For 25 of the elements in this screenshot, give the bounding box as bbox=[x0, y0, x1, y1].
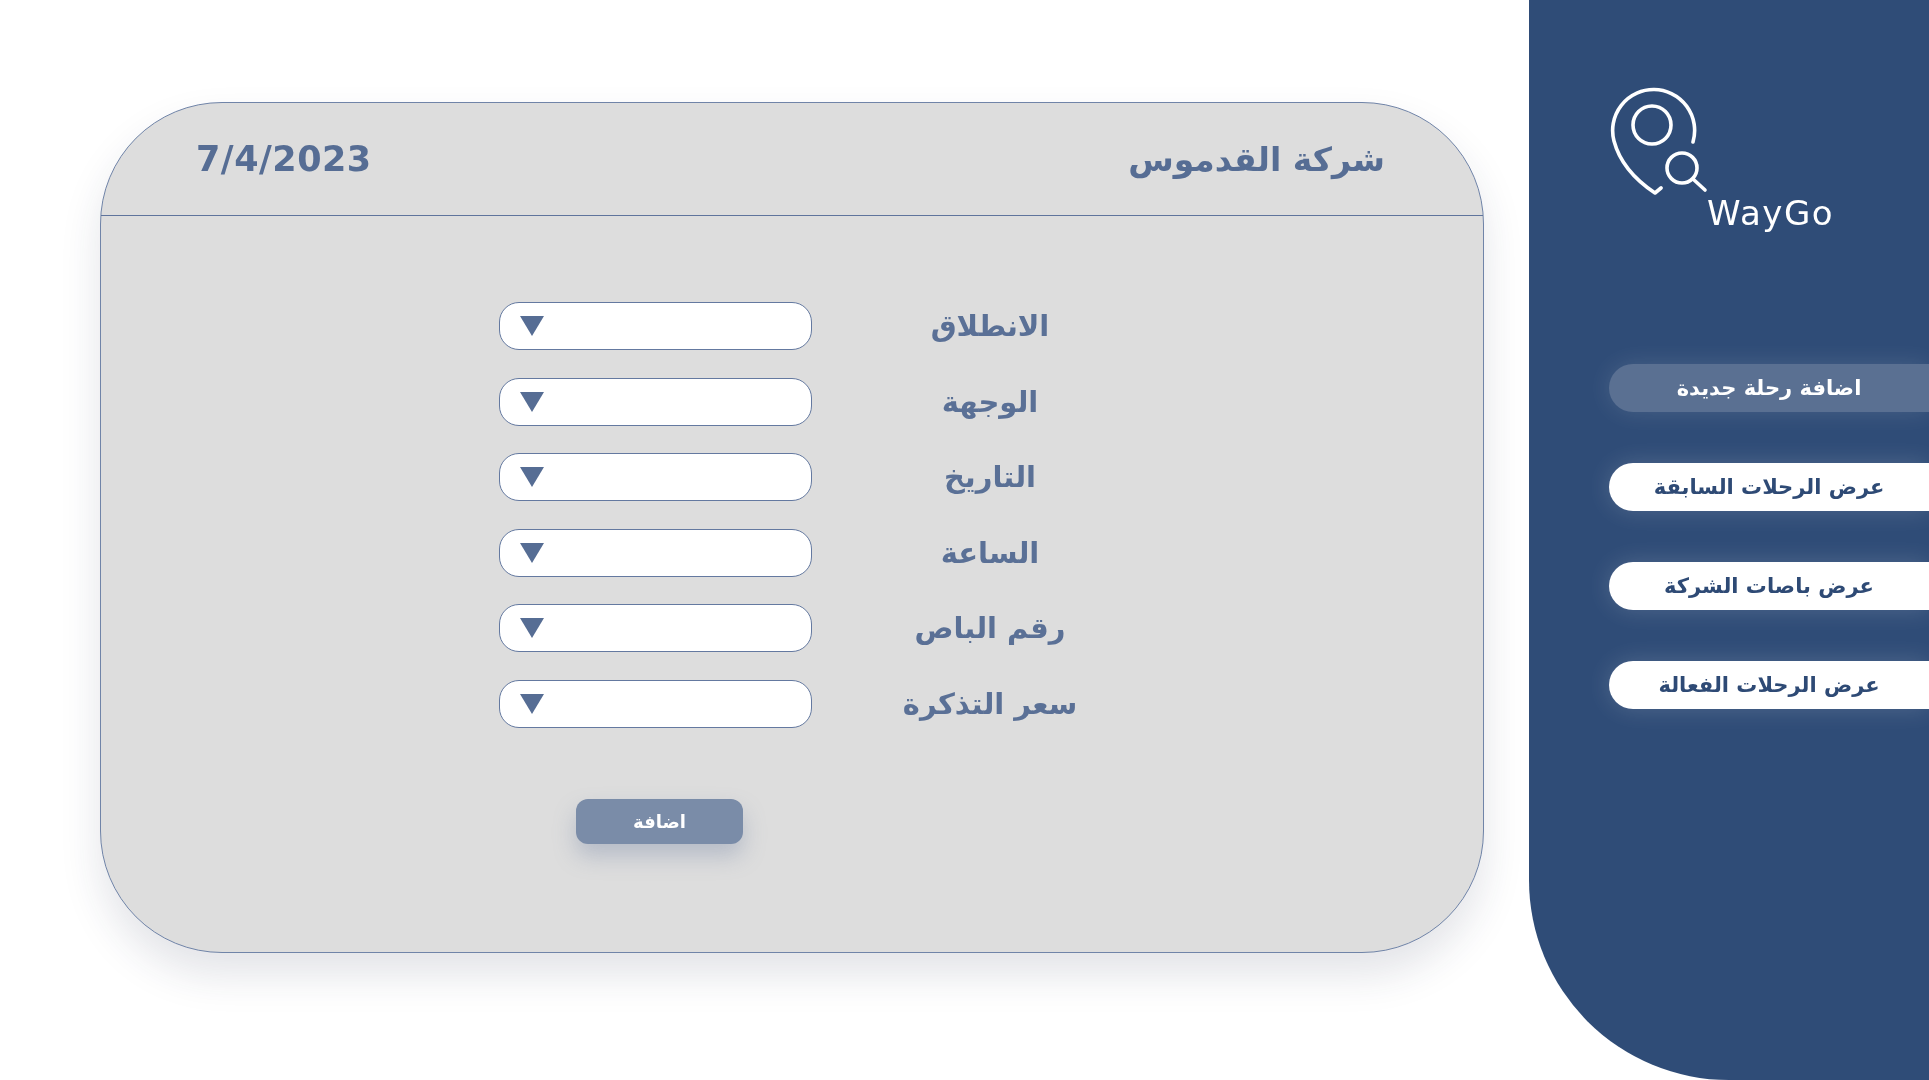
dropdown-field[interactable] bbox=[499, 528, 812, 577]
dropdown-field[interactable] bbox=[499, 302, 812, 350]
caret-icon bbox=[520, 391, 544, 412]
caret-icon bbox=[520, 316, 544, 336]
menu-item[interactable]: عرض باصات الشركة bbox=[1609, 562, 1929, 610]
logo-text: WayGo bbox=[1707, 196, 1835, 230]
dropdown-field[interactable] bbox=[499, 377, 812, 426]
field-label: رقم الباص bbox=[914, 611, 1066, 645]
menu-item[interactable]: عرض الرحلات السابقة bbox=[1609, 463, 1929, 511]
dropdown-field[interactable] bbox=[499, 453, 812, 501]
menu-item[interactable]: اضافة رحلة جديدة bbox=[1609, 364, 1929, 412]
field-label: الانطلاق bbox=[930, 309, 1050, 343]
field-label: سعر التذكرة bbox=[902, 686, 1078, 721]
company-name: شركة القدموس bbox=[1128, 139, 1385, 179]
date-text: 7/4/2023 bbox=[196, 139, 372, 179]
menu-item[interactable]: عرض الرحلات الفعالة bbox=[1609, 661, 1929, 709]
dropdown-field[interactable] bbox=[499, 679, 812, 728]
field-label: الوجهة bbox=[941, 384, 1039, 419]
caret-icon bbox=[520, 618, 544, 638]
dropdown-field[interactable] bbox=[499, 604, 812, 652]
caret-icon bbox=[520, 467, 544, 487]
caret-icon bbox=[520, 693, 544, 714]
field-label: الساعة bbox=[940, 535, 1040, 570]
caret-icon bbox=[520, 542, 544, 563]
field-label: التاريخ bbox=[943, 460, 1036, 494]
